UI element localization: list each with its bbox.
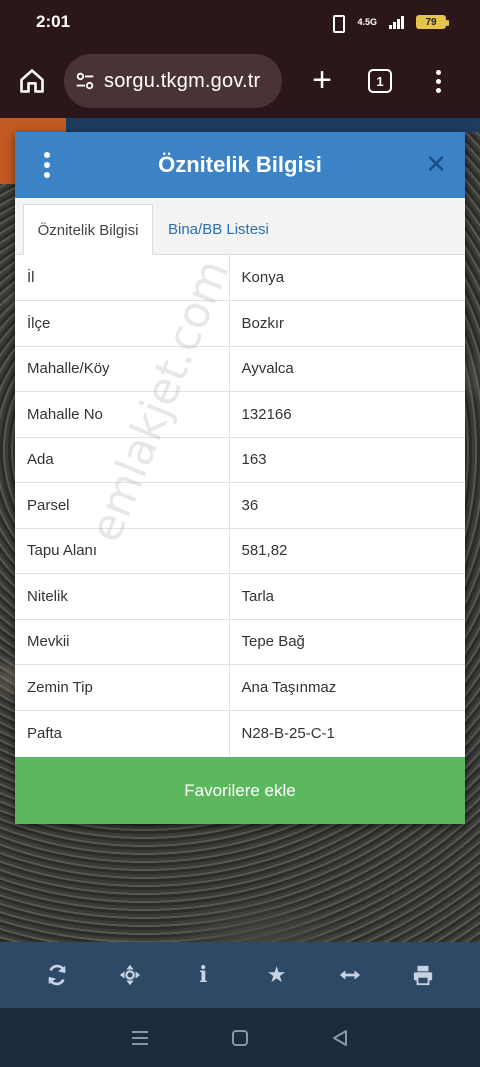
attribute-key: İl [15,255,230,301]
star-icon: ★ [266,962,287,987]
system-nav-bar [0,1008,480,1067]
map-layer-strip [66,118,480,132]
attribute-key: Parsel [15,482,230,528]
table-row: İlçe Bozkır [15,300,465,346]
table-row: Tapu Alanı 581,82 [15,527,465,574]
attribute-value: Ana Taşınmaz [229,664,465,710]
network-type: 4.5G [357,16,377,27]
attribute-key: Zemin Tip [15,664,230,710]
tab-switcher-button[interactable]: 1 [368,69,392,93]
home-nav-button[interactable] [226,1024,254,1052]
attribute-value: 132166 [229,391,465,437]
attribute-value: 36 [229,482,465,528]
dialog-header: Öznitelik Bilgisi ✕ [15,132,465,198]
tab-building-list[interactable]: Bina/BB Listesi [168,204,269,255]
table-row: Zemin Tip Ana Taşınmaz [15,664,465,710]
plus-icon: + [312,61,332,99]
attribute-value: Tepe Bağ [229,618,465,665]
move-button[interactable] [112,957,148,993]
battery-icon: 79 [416,15,449,29]
table-row: Ada 163 [15,436,465,483]
home-button[interactable] [14,63,50,99]
favorites-button[interactable]: ★ [259,957,295,993]
attribute-key: Mevkii [15,618,230,665]
attribute-dialog: Öznitelik Bilgisi ✕ Öznitelik Bilgisi Bi… [15,132,465,824]
attribute-value: Ayvalca [229,345,465,392]
attribute-key: Mahalle No [15,391,230,437]
tab-count: 1 [376,73,384,89]
site-settings-icon[interactable] [74,70,96,92]
attribute-key: İlçe [15,300,230,346]
vibrate-icon [329,14,346,33]
tab-attribute-info[interactable]: Öznitelik Bilgisi [23,204,153,255]
measure-icon [339,970,361,980]
table-row: İl Konya [15,255,465,301]
table-row: Mahalle No 132166 [15,391,465,437]
table-row: Mevkii Tepe Bağ [15,618,465,665]
attribute-key: Tapu Alanı [15,527,230,574]
attribute-key: Ada [15,436,230,483]
table-row: Mahalle/Köy Ayvalca [15,345,465,392]
table-row: Nitelik Tarla [15,573,465,619]
battery-level: 79 [425,16,437,28]
attribute-key: Pafta [15,709,230,756]
attribute-value: N28-B-25-C-1 [229,709,465,756]
table-row: Parsel 36 [15,482,465,528]
attribute-key: Mahalle/Köy [15,345,230,392]
attribute-table: İl Konya İlçe Bozkır Mahalle/Köy Ayvalca Mahal… [15,255,465,756]
info-icon: i [199,962,208,988]
status-bar: 2:01 4.5G 79 [0,0,480,44]
square-icon [232,1029,248,1046]
menu-lines-icon [132,1030,148,1045]
attribute-value: Tarla [229,573,465,619]
attribute-value: 581,82 [229,527,465,574]
url-text: sorgu.tkgm.gov.tr [104,69,261,92]
status-icons: 4.5G 79 [329,14,449,33]
dialog-tabs: Öznitelik Bilgisi Bina/BB Listesi [15,198,465,255]
dialog-menu-icon[interactable] [43,152,51,178]
print-icon [414,965,433,986]
new-tab-button[interactable]: + [302,61,342,101]
back-triangle-icon [333,1029,347,1046]
refresh-button[interactable] [39,957,75,993]
map-toolbar: i ★ [0,942,480,1008]
refresh-icon [48,964,66,986]
attribute-value: Konya [241,269,285,286]
table-row: Pafta N28-B-25-C-1 [15,709,465,756]
print-button[interactable] [405,957,441,993]
browser-menu-button[interactable] [434,69,442,93]
move-icon [119,964,141,986]
browser-toolbar: sorgu.tkgm.gov.tr + 1 [0,44,480,118]
back-nav-button[interactable] [326,1024,354,1052]
add-favorite-button[interactable]: Favorilere ekle [15,757,465,824]
attribute-value: 163 [229,436,465,483]
address-bar[interactable]: sorgu.tkgm.gov.tr [64,54,282,108]
attribute-key: Nitelik [15,573,230,619]
dialog-title: Öznitelik Bilgisi [158,152,322,177]
status-time: 2:01 [36,12,71,31]
home-icon [20,69,44,93]
signal-bars-icon [389,15,404,29]
recent-apps-button[interactable] [126,1024,154,1052]
close-icon[interactable]: ✕ [425,150,447,178]
info-button[interactable]: i [185,957,221,993]
measure-button[interactable] [332,957,368,993]
attribute-value: Bozkır [229,300,465,346]
